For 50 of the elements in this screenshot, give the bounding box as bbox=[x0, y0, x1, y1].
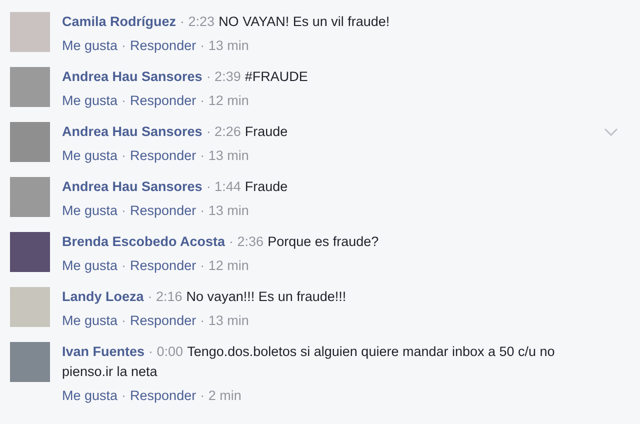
avatar-photo-placeholder[interactable] bbox=[10, 177, 50, 217]
reply-link[interactable]: Responder bbox=[130, 91, 196, 111]
avatar-photo-placeholder[interactable] bbox=[10, 342, 50, 382]
comment-age: · 13 min bbox=[200, 147, 249, 165]
reply-link[interactable]: Responder bbox=[130, 146, 196, 166]
separator-dot: · bbox=[122, 37, 126, 55]
like-link[interactable]: Me gusta bbox=[62, 311, 118, 331]
comment-text: Andrea Hau Sansores · 2:39 #FRAUDE bbox=[62, 68, 308, 86]
reply-link[interactable]: Responder bbox=[130, 311, 196, 331]
comment-age: · 13 min bbox=[200, 312, 249, 330]
like-link[interactable]: Me gusta bbox=[62, 36, 118, 56]
avatar-photo-placeholder[interactable] bbox=[10, 67, 50, 107]
reply-link[interactable]: Responder bbox=[130, 201, 196, 221]
comment-age: · 13 min bbox=[200, 37, 249, 55]
chevron-down-icon[interactable] bbox=[604, 128, 618, 136]
separator-dot: · bbox=[122, 147, 126, 165]
author-link[interactable]: Camila Rodríguez bbox=[62, 14, 176, 29]
reply-link[interactable]: Responder bbox=[130, 386, 196, 406]
like-link[interactable]: Me gusta bbox=[62, 146, 118, 166]
author-link[interactable]: Andrea Hau Sansores bbox=[62, 179, 202, 194]
reply-link[interactable]: Responder bbox=[130, 256, 196, 276]
separator-dot: · bbox=[122, 257, 126, 275]
avatar-photo-placeholder[interactable] bbox=[10, 287, 50, 327]
like-link[interactable]: Me gusta bbox=[62, 256, 118, 276]
comment-age: · 2 min bbox=[200, 387, 242, 405]
like-link[interactable]: Me gusta bbox=[62, 91, 118, 111]
comment-age: · 13 min bbox=[200, 202, 249, 220]
author-link[interactable]: Ivan Fuentes bbox=[62, 344, 145, 359]
comment-age: · 12 min bbox=[200, 92, 249, 110]
separator-dot: · bbox=[122, 202, 126, 220]
comment-text: Ivan Fuentes · 0:00 Tengo.dos.boletos si alguien quiere mandar inbox a 50 c/u no pienso.ir la neta bbox=[62, 343, 556, 381]
separator-dot: · bbox=[122, 92, 126, 110]
separator-dot: · bbox=[122, 387, 126, 405]
comment-text: Andrea Hau Sansores · 2:26 Fraude bbox=[62, 123, 288, 141]
author-link[interactable]: Brenda Escobedo Acosta bbox=[62, 234, 226, 249]
author-link[interactable]: Andrea Hau Sansores bbox=[62, 69, 202, 84]
author-link[interactable]: Landy Loeza bbox=[62, 289, 144, 304]
like-link[interactable]: Me gusta bbox=[62, 201, 118, 221]
separator-dot: · bbox=[122, 312, 126, 330]
comment-text: Landy Loeza · 2:16 No vayan!!! Es un fraude!!! bbox=[62, 288, 346, 306]
comment-text: Brenda Escobedo Acosta · 2:36 Porque es fraude? bbox=[62, 233, 379, 251]
comment-text: Andrea Hau Sansores · 1:44 Fraude bbox=[62, 178, 288, 196]
author-link[interactable]: Andrea Hau Sansores bbox=[62, 124, 202, 139]
reply-link[interactable]: Responder bbox=[130, 36, 196, 56]
avatar-photo-placeholder[interactable] bbox=[10, 122, 50, 162]
like-link[interactable]: Me gusta bbox=[62, 386, 118, 406]
comment-text: Camila Rodríguez · 2:23 NO VAYAN! Es un vil fraude! bbox=[62, 13, 390, 31]
avatar-photo-placeholder[interactable] bbox=[10, 12, 50, 52]
comment-age: · 12 min bbox=[200, 257, 249, 275]
avatar-photo-placeholder[interactable] bbox=[10, 232, 50, 272]
